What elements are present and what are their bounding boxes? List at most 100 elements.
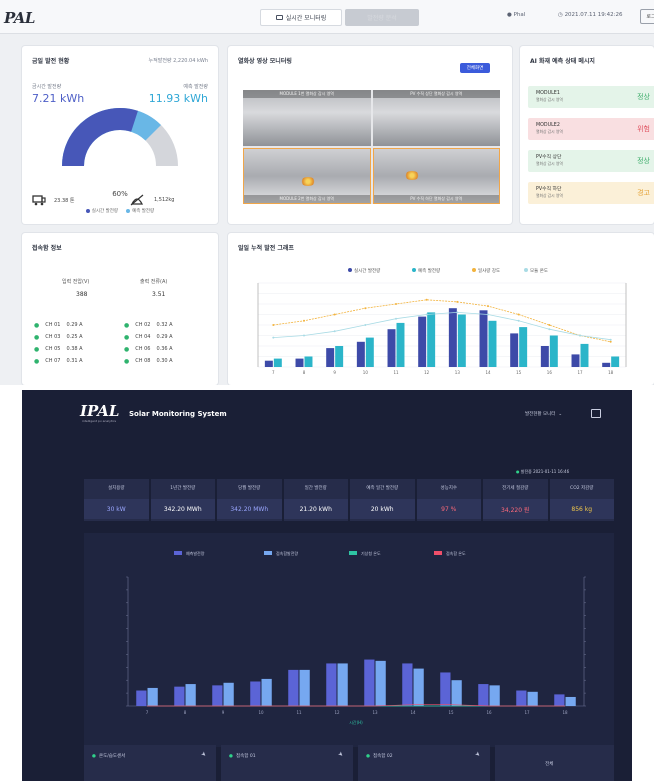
line-point [272, 324, 275, 326]
channel-name: CH 02 [135, 322, 151, 328]
x-tick-label: 7 [146, 710, 149, 715]
panel-label: 온도/습도센서 [98, 754, 126, 759]
line-point [425, 298, 428, 301]
status-dot-icon: ● [34, 321, 40, 329]
stat-value: 30 kW [84, 499, 149, 519]
bar-realtime [326, 348, 335, 367]
tree-value: 1,512kg [154, 197, 175, 203]
bar-predicted [136, 690, 147, 706]
channel-current: 0.29 A [66, 322, 83, 328]
footer-panel-junction-01[interactable]: ● 접속함 01 ➤ [221, 745, 354, 781]
cumulative-generation: 누적발전량 2,220.04 kWh [148, 58, 208, 64]
pin-icon[interactable]: ➤ [336, 750, 345, 759]
camera-feed-pv-lower[interactable]: PV 수직 하단 열화상 감시 영역 [372, 148, 500, 204]
pin-icon[interactable]: ➤ [473, 750, 482, 759]
footer-panel-junction-02[interactable]: ● 접속함 02 ➤ [358, 745, 491, 781]
thermal-camera-card: 열화상 영상 모니터링 전체화면 MODULE 1번 열화상 감시 영역 PV … [228, 46, 512, 224]
tree-icon [130, 194, 144, 206]
legend-label: 기상청 온도 [361, 550, 381, 556]
ai-status-row[interactable]: MODULE2 열화상 감시 영역 위험 [528, 118, 654, 140]
stat-tile: 일간 발전량 21.20 kWh [283, 479, 348, 521]
channel-current: 0.25 A [66, 334, 83, 340]
output-current-value: 3.51 [152, 291, 166, 298]
bar-predicted [457, 314, 466, 367]
channel-cell: ● CH 05 0.38 A [34, 346, 124, 353]
x-tick-label: 13 [455, 370, 461, 375]
line-point [303, 319, 305, 322]
hotspot [300, 177, 316, 186]
fullscreen-button[interactable]: 전체화면 [460, 63, 490, 73]
status-dot-icon: ● [124, 333, 130, 341]
channel-current: 0.29 A [156, 334, 173, 340]
bar-predicted [174, 686, 185, 706]
bar-realtime [418, 316, 427, 367]
panel-label: 전체 [545, 762, 554, 767]
stat-value: 20 kWh [350, 499, 415, 519]
x-tick-label: 9 [222, 710, 225, 715]
camera-feed-pv-upper[interactable]: PV 수직 상단 열화상 감시 영역 [372, 90, 500, 146]
x-tick-label: 12 [424, 370, 430, 375]
status-dot-icon: ● [124, 357, 130, 365]
stat-label: 당월 발전량 [238, 486, 261, 491]
channel-cell: ● CH 02 0.32 A [124, 322, 214, 329]
camera-label: PV 수직 하단 열화상 감시 영역 [373, 195, 499, 203]
bar-predicted [364, 659, 375, 706]
x-tick-label: 18 [562, 710, 568, 715]
channel-cell: ● CH 04 0.29 A [124, 334, 214, 341]
generation-status-card: 금일 발전 현황 누적발전량 2,220.04 kWh 금시간 발전량 7.21… [22, 46, 218, 224]
line-point [425, 313, 428, 316]
status-dot-icon: ● [34, 357, 40, 365]
footer-panel-sensor[interactable]: ● 온도/습도센서 ➤ [84, 745, 217, 781]
bar-predicted [554, 694, 565, 706]
footer-panel-all[interactable]: 전체 [495, 745, 614, 781]
ai-status-row[interactable]: MODULE1 열화상 감시 영역 정상 [528, 86, 654, 108]
channel-row: ● CH 01 0.29 A ● CH 02 0.32 A [34, 319, 214, 331]
legend-marker [349, 551, 357, 555]
legend-item: 예측 발전량 [126, 208, 154, 214]
bar-predicted [288, 669, 299, 706]
ai-status-row[interactable]: PV수직 하단 열화상 감시 영역 경고 [528, 182, 654, 204]
channel-row: ● CH 05 0.38 A ● CH 06 0.36 A [34, 343, 214, 355]
bar-predicted [212, 685, 223, 706]
tab-realtime-monitoring[interactable]: 실시간 모니터링 [260, 9, 342, 26]
stat-value: 21.20 kWh [283, 499, 348, 519]
monitor-icon [275, 15, 283, 20]
stat-tile: 성능지수 97 % [416, 479, 481, 521]
camera-grid: MODULE 1번 열화상 감시 영역 PV 수직 상단 열화상 감시 영역 M… [243, 90, 500, 204]
bar-realtime [540, 346, 549, 367]
bar-junction [413, 668, 424, 706]
pin-icon[interactable]: ➤ [199, 750, 208, 759]
channel-name: CH 08 [135, 358, 151, 364]
document-icon[interactable] [591, 409, 601, 418]
bar-junction [375, 660, 386, 706]
channel-cell: ● CH 06 0.36 A [124, 346, 214, 353]
status-dot-icon: ● [34, 333, 40, 341]
x-tick-label: 15 [448, 710, 454, 715]
legend-item: 실시간 발전량 [85, 208, 118, 214]
logout-button[interactable]: 로그 [640, 9, 654, 24]
bar-predicted [440, 672, 451, 706]
camera-feed-module2[interactable]: MODULE 2번 열화상 감시 영역 [243, 148, 371, 204]
status-dot-icon: ● [34, 345, 40, 353]
ai-zone-sub: 열화상 감시 영역 [536, 129, 563, 135]
bar-junction [527, 691, 538, 706]
chevron-down-icon: ⌄ [558, 411, 563, 417]
line-point [303, 334, 305, 337]
tab-generation-analysis[interactable]: 발전량 분석 [345, 9, 419, 26]
bar-junction [185, 684, 196, 706]
bar-realtime [264, 360, 273, 367]
ai-status-row[interactable]: PV수직 상단 열화상 감시 영역 정상 [528, 150, 654, 172]
bar-junction [565, 696, 576, 706]
menu-dropdown[interactable]: 발전현황 모니터 ⌄ [525, 411, 563, 418]
legend-marker [348, 268, 352, 272]
bar-junction [147, 687, 158, 706]
user-info[interactable]: ● Phal [507, 12, 525, 18]
x-tick-label: 16 [547, 370, 553, 375]
bar-predicted [488, 320, 497, 367]
line-point [609, 340, 612, 343]
bar-realtime [448, 308, 457, 367]
bar-predicted [304, 356, 313, 367]
camera-feed-module1[interactable]: MODULE 1번 열화상 감시 영역 [243, 90, 371, 146]
bar-predicted [478, 684, 489, 706]
channel-cell: ● CH 07 0.31 A [34, 358, 124, 365]
